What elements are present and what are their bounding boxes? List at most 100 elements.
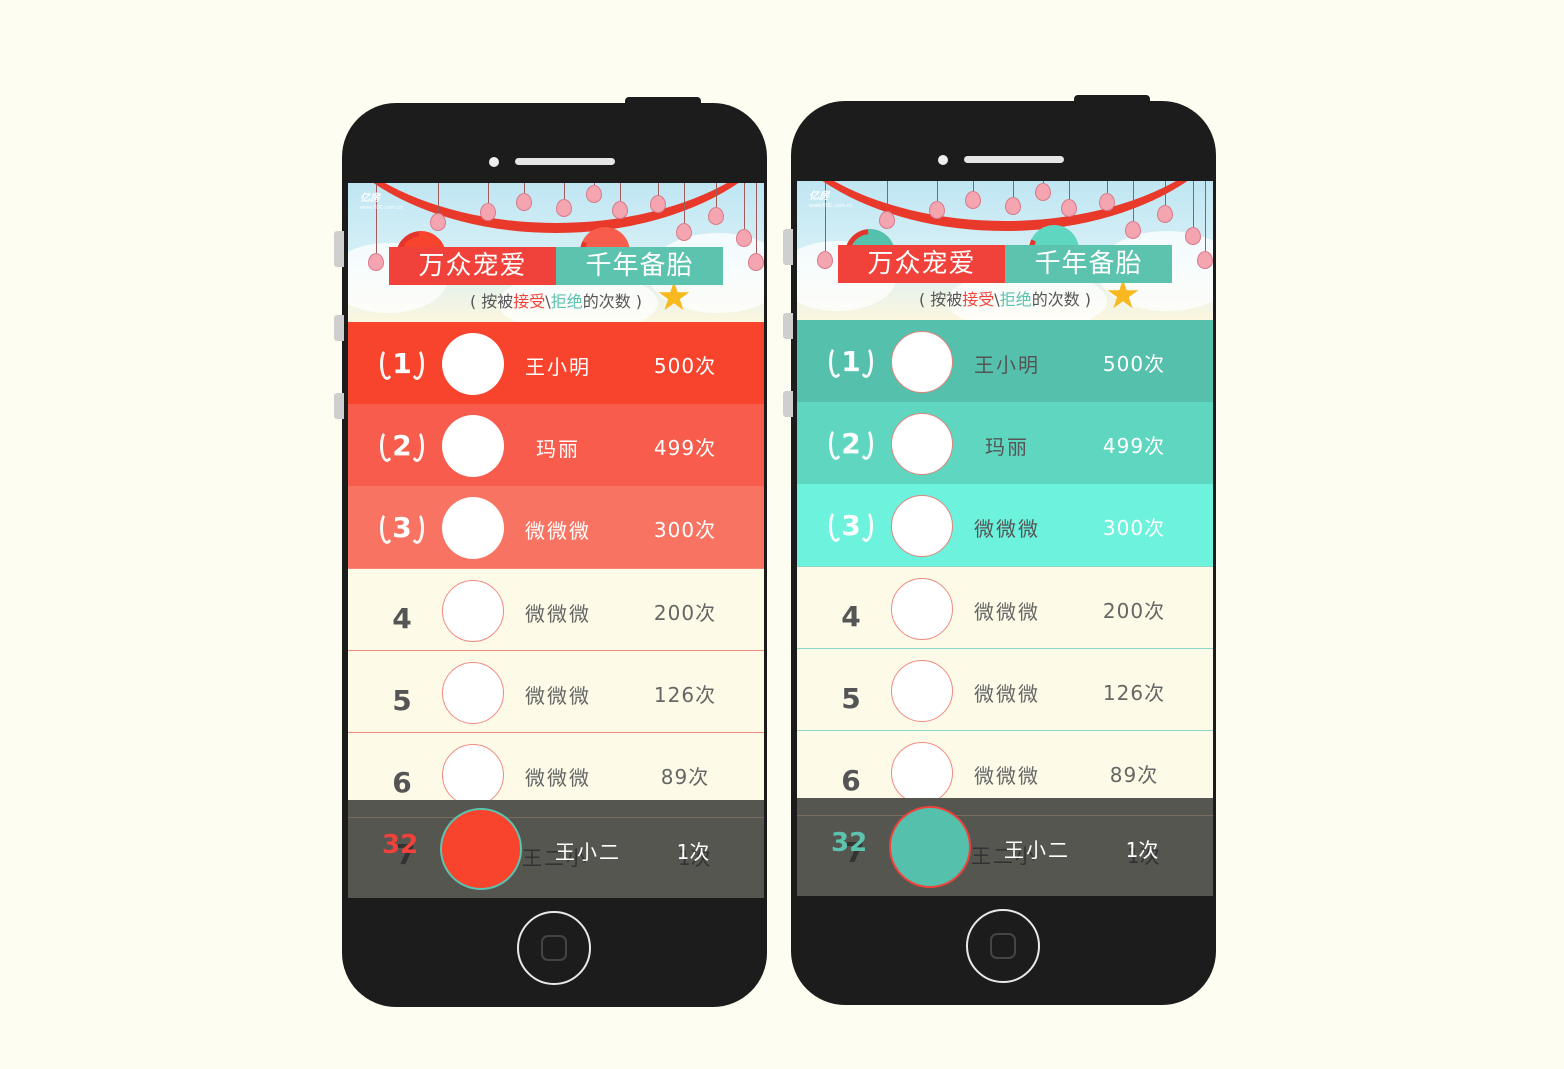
rank-number: 6	[392, 766, 412, 799]
my-avatar[interactable]	[889, 806, 971, 888]
power-button	[1074, 95, 1150, 105]
avatar[interactable]	[442, 744, 504, 806]
lantern-icon	[650, 195, 666, 213]
lantern-icon	[817, 251, 833, 269]
lantern-icon	[612, 201, 628, 219]
lantern-icon	[1157, 205, 1173, 223]
subtitle: ( 按被接受\拒绝的次数 )	[469, 292, 643, 311]
avatar[interactable]	[442, 333, 504, 395]
user-name: 微微微	[974, 517, 1040, 541]
my-name: 王小二	[555, 840, 621, 864]
avatar[interactable]	[442, 497, 504, 559]
lantern-icon	[965, 191, 981, 209]
tab-backup[interactable]: 千年备胎	[1005, 245, 1172, 283]
lantern-icon	[1099, 193, 1115, 211]
my-avatar[interactable]	[440, 808, 522, 890]
user-name: 微微微	[525, 684, 591, 708]
laurel-rank-badge: 1	[829, 340, 873, 384]
user-name: 微微微	[974, 682, 1040, 706]
user-name: 微微微	[525, 602, 591, 626]
user-name: 微微微	[974, 600, 1040, 624]
volume-up-button	[783, 313, 793, 339]
mute-switch	[783, 229, 793, 265]
logo: 亿房 www.FDC.com.cn	[360, 193, 404, 211]
list-item[interactable]: 5 微微微 126次	[348, 650, 764, 732]
user-name: 玛丽	[985, 435, 1029, 459]
home-button[interactable]	[517, 911, 591, 985]
volume-down-button	[334, 393, 344, 419]
volume-up-button	[334, 315, 344, 341]
avatar[interactable]	[891, 660, 953, 722]
lantern-icon	[430, 213, 446, 231]
list-item[interactable]: 4 微微微 200次	[348, 568, 764, 650]
laurel-rank-badge: 2	[380, 424, 424, 468]
list-item[interactable]: 1 王小明 500次	[797, 320, 1213, 402]
rank-number: 6	[841, 764, 861, 797]
list-item[interactable]: 5 微微微 126次	[797, 648, 1213, 730]
logo: 亿房 www.FDC.com.cn	[809, 191, 853, 209]
laurel-rank-badge: 3	[380, 506, 424, 550]
user-name: 王小明	[525, 355, 591, 379]
volume-down-button	[783, 391, 793, 417]
count: 300次	[1102, 516, 1166, 540]
my-name: 王小二	[1004, 838, 1070, 862]
lantern-icon	[736, 229, 752, 247]
tab-favorite[interactable]: 万众宠爱	[389, 247, 556, 285]
laurel-rank-badge: 1	[380, 342, 424, 386]
avatar[interactable]	[891, 331, 953, 393]
my-rank-bar[interactable]: 7 王二小 1次 32 王小二 1次	[797, 798, 1213, 896]
lantern-icon	[1035, 183, 1051, 201]
count: 200次	[1102, 599, 1166, 623]
avatar[interactable]	[442, 662, 504, 724]
count: 126次	[1102, 681, 1166, 705]
my-rank-bar[interactable]: 7 王二小 1次 32 王小二 1次	[348, 800, 764, 898]
avatar[interactable]	[891, 578, 953, 640]
list-item[interactable]: 2 玛丽 499次	[797, 402, 1213, 484]
user-name: 微微微	[525, 519, 591, 543]
rank-number: 4	[841, 600, 861, 633]
lantern-icon	[586, 185, 602, 203]
earpiece-speaker	[964, 156, 1064, 163]
front-camera	[489, 157, 499, 167]
my-count: 1次	[1125, 838, 1159, 862]
lantern-icon	[516, 193, 532, 211]
subtitle: ( 按被接受\拒绝的次数 )	[918, 290, 1092, 309]
count: 499次	[653, 436, 717, 460]
avatar[interactable]	[442, 415, 504, 477]
home-button[interactable]	[966, 909, 1040, 983]
banner: ★ 亿房 www.FDC.com.cn 万众宠爱 千年备胎 ( 按被接受\拒绝的次…	[797, 181, 1213, 320]
banner: ★ 亿房 www.FDC.com.cn 万众宠爱 千年备胎 ( 按被接受\拒绝的次…	[348, 183, 764, 322]
count: 300次	[653, 518, 717, 542]
leaderboard-screen: ★ 亿房 www.FDC.com.cn 万众宠爱 千年备胎 ( 按被接受\拒绝的次…	[348, 183, 764, 898]
front-camera	[938, 155, 948, 165]
rank-number: 4	[392, 602, 412, 635]
rank-number: 5	[392, 684, 412, 717]
avatar[interactable]	[891, 495, 953, 557]
laurel-rank-badge: 2	[829, 422, 873, 466]
count: 500次	[653, 354, 717, 378]
avatar[interactable]	[442, 580, 504, 642]
lantern-icon	[1125, 221, 1141, 239]
tab-backup[interactable]: 千年备胎	[556, 247, 723, 285]
list-item[interactable]: 4 微微微 200次	[797, 566, 1213, 648]
my-count: 1次	[676, 840, 710, 864]
lantern-icon	[1185, 227, 1201, 245]
list-item[interactable]: 2 玛丽 499次	[348, 404, 764, 486]
user-name: 王小明	[974, 353, 1040, 377]
avatar[interactable]	[891, 413, 953, 475]
leaderboard-screen: ★ 亿房 www.FDC.com.cn 万众宠爱 千年备胎 ( 按被接受\拒绝的次…	[797, 181, 1213, 896]
phone-mockup-red: ★ 亿房 www.FDC.com.cn 万众宠爱 千年备胎 ( 按被接受\拒绝的次…	[334, 97, 767, 1007]
my-rank: 32	[831, 828, 868, 858]
laurel-rank-badge: 3	[829, 504, 873, 548]
phone-mockup-teal: ★ 亿房 www.FDC.com.cn 万众宠爱 千年备胎 ( 按被接受\拒绝的次…	[783, 95, 1216, 1005]
lantern-icon	[480, 203, 496, 221]
list-item[interactable]: 3 微微微 300次	[797, 484, 1213, 566]
list-item[interactable]: 3 微微微 300次	[348, 486, 764, 568]
lantern-icon	[556, 199, 572, 217]
list-item[interactable]: 1 王小明 500次	[348, 322, 764, 404]
tab-favorite[interactable]: 万众宠爱	[838, 245, 1005, 283]
avatar[interactable]	[891, 742, 953, 804]
mute-switch	[334, 231, 344, 267]
count: 500次	[1102, 352, 1166, 376]
rank-number: 5	[841, 682, 861, 715]
